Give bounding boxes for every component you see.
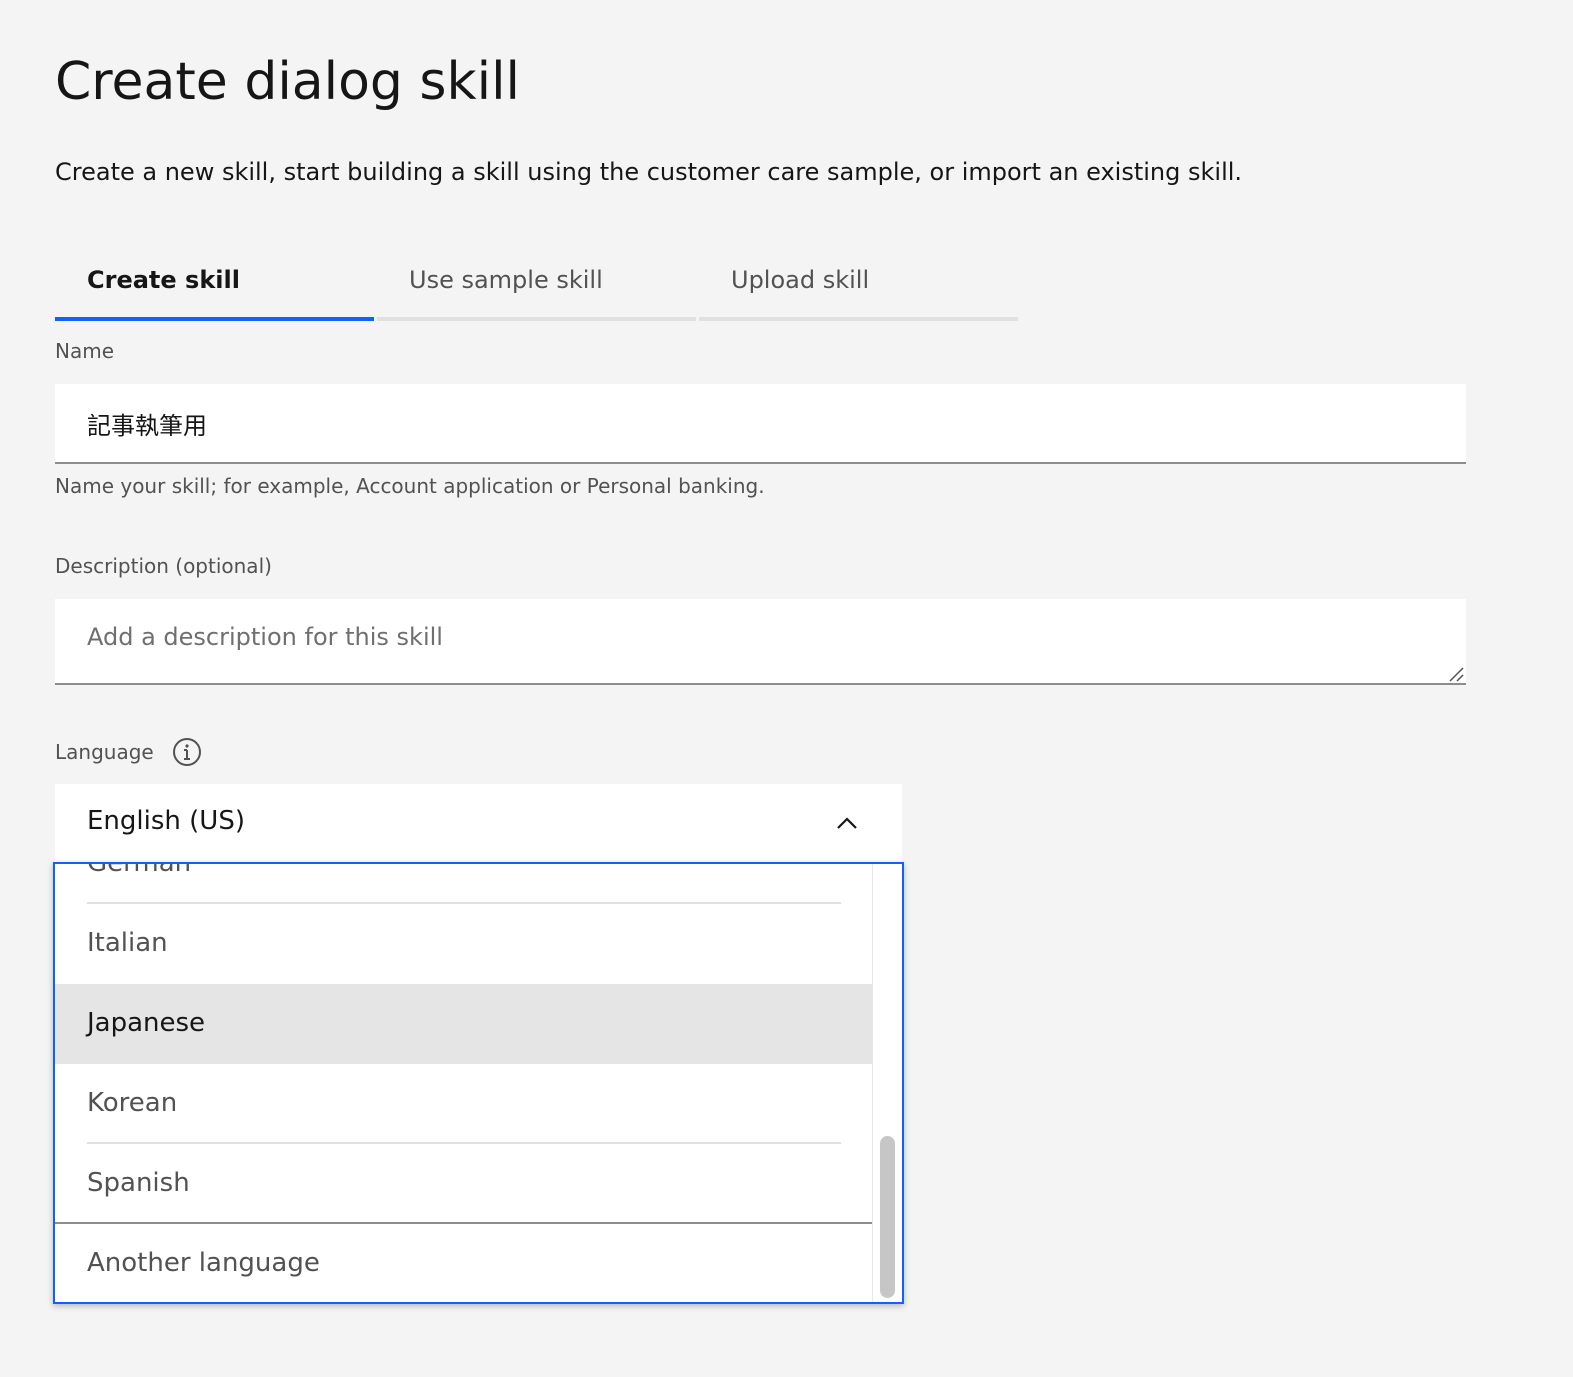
tab-create-skill[interactable]: Create skill	[55, 248, 374, 321]
language-option-spanish[interactable]: Spanish	[55, 1144, 873, 1224]
option-label: Italian	[87, 928, 168, 958]
language-option-korean[interactable]: Korean	[55, 1064, 873, 1144]
description-textarea[interactable]	[55, 599, 1466, 685]
name-helper-text: Name your skill; for example, Account ap…	[55, 474, 765, 498]
tab-use-sample-skill[interactable]: Use sample skill	[377, 248, 696, 321]
create-skill-page: Create dialog skill Create a new skill, …	[0, 0, 1573, 1377]
language-label-group: Language	[55, 737, 202, 767]
tab-label: Create skill	[87, 266, 240, 294]
menu-scrollbar[interactable]	[872, 864, 902, 1302]
language-option-italian[interactable]: Italian	[55, 904, 873, 984]
menu-scrollbar-thumb[interactable]	[880, 1136, 895, 1298]
name-label: Name	[55, 339, 115, 363]
description-label: Description (optional)	[55, 554, 272, 578]
language-selected-value: English (US)	[87, 806, 245, 836]
page-title: Create dialog skill	[55, 52, 520, 112]
tab-label: Use sample skill	[409, 266, 603, 294]
option-label: Japanese	[87, 1008, 206, 1038]
language-options-list: German Italian Japanese Korean Spanish A…	[55, 862, 873, 1302]
resize-handle-icon[interactable]	[1448, 666, 1464, 682]
language-label: Language	[55, 740, 154, 764]
tab-label: Upload skill	[731, 266, 870, 294]
tab-bar: Create skill Use sample skill Upload ski…	[55, 248, 1021, 321]
language-dropdown[interactable]: English (US)	[55, 784, 902, 862]
option-label: Korean	[87, 1088, 178, 1118]
name-input[interactable]	[55, 384, 1466, 464]
page-description: Create a new skill, start building a ski…	[55, 158, 1243, 186]
option-label: Another language	[87, 1248, 320, 1278]
language-options-menu: German Italian Japanese Korean Spanish A…	[53, 862, 904, 1304]
language-option-german[interactable]: German	[55, 862, 873, 904]
language-option-japanese[interactable]: Japanese	[55, 984, 873, 1064]
tab-upload-skill[interactable]: Upload skill	[699, 248, 1018, 321]
option-label: Spanish	[87, 1168, 190, 1198]
chevron-up-icon	[837, 817, 857, 829]
info-icon[interactable]	[172, 737, 202, 767]
language-option-another-language[interactable]: Another language	[55, 1224, 873, 1302]
option-label: German	[87, 862, 192, 878]
